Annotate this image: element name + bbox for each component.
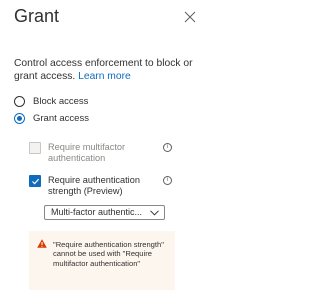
radio-block-access[interactable]: Block access: [14, 94, 88, 108]
close-icon: [184, 11, 196, 23]
description: Control access enforcement to block or g…: [14, 57, 202, 83]
warning-message: "Require authentication strength" cannot…: [29, 231, 175, 290]
chevron-down-icon: [150, 210, 159, 216]
panel-title: Grant: [14, 6, 60, 26]
grant-panel: Grant Control access enforcement to bloc…: [0, 0, 205, 300]
require-mfa-label: Require multifactor authentication: [48, 142, 126, 163]
require-mfa-row: Require multifactor authentication: [29, 142, 156, 164]
learn-more-link[interactable]: Learn more: [78, 71, 131, 82]
info-icon[interactable]: i: [163, 176, 172, 185]
radio-block-access-indicator[interactable]: [14, 95, 25, 107]
dropdown-selected-value: Multi-factor authentic...: [51, 207, 143, 217]
require-auth-strength-row: Require authentication strength (Preview…: [29, 175, 156, 197]
info-icon[interactable]: i: [163, 143, 172, 152]
radio-grant-access-label: Grant access: [33, 112, 89, 124]
radio-grant-access-indicator[interactable]: [14, 112, 25, 124]
require-auth-strength-label: Require authentication strength (Preview…: [48, 175, 140, 196]
require-auth-strength-checkbox[interactable]: [29, 175, 41, 187]
close-button[interactable]: [184, 11, 196, 23]
warning-text: "Require authentication strength" cannot…: [53, 240, 164, 268]
checkmark-icon: [32, 178, 40, 185]
require-mfa-checkbox[interactable]: [29, 142, 41, 154]
radio-block-access-label: Block access: [33, 95, 89, 107]
radio-grant-access[interactable]: Grant access: [14, 111, 89, 125]
authentication-strength-dropdown[interactable]: Multi-factor authentic...: [44, 205, 165, 220]
warning-icon: [37, 239, 47, 248]
